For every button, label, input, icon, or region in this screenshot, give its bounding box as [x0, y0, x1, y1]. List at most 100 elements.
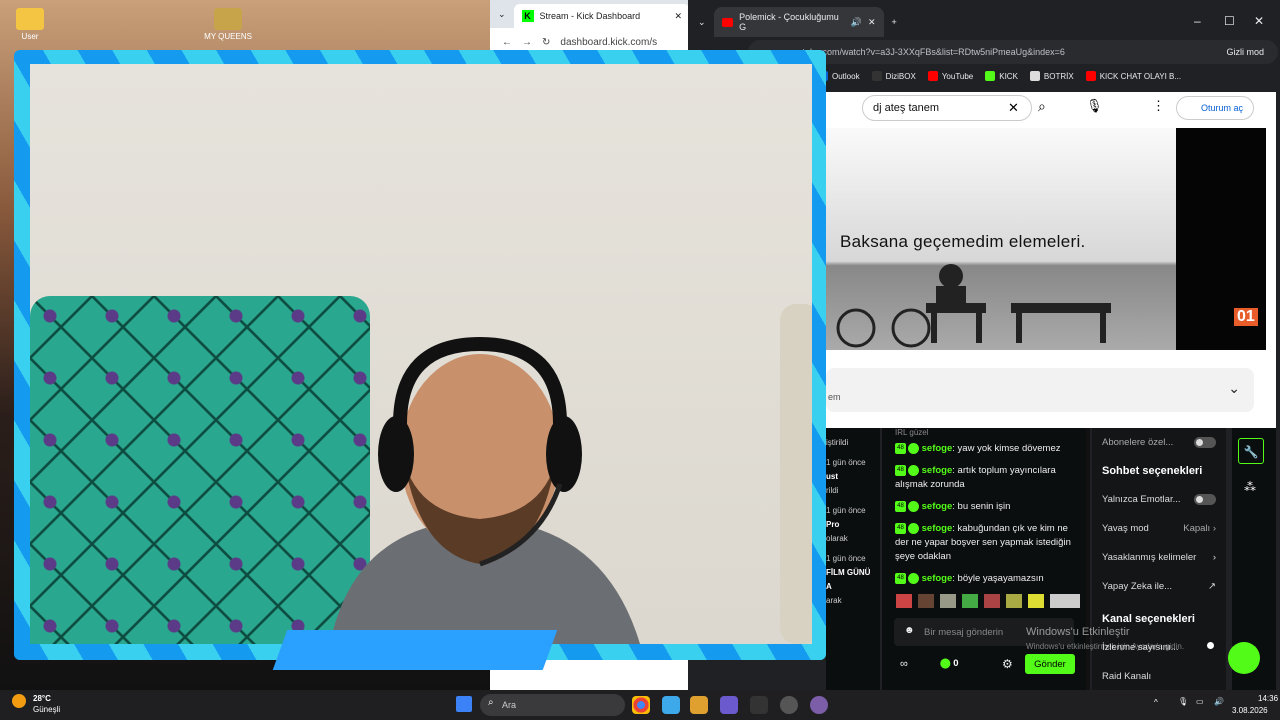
activation-watermark-title: Windows'u Etkinleştir — [1026, 626, 1130, 638]
close-tab-icon[interactable]: ✕ — [674, 11, 682, 22]
tab-youtube[interactable]: Polemick - Çocukluğumu G 🔊 ✕ — [713, 7, 884, 37]
emote-icon[interactable] — [984, 594, 1000, 608]
maximize-icon[interactable]: ☐ — [1224, 14, 1235, 28]
network-icon[interactable]: ▭ — [1196, 697, 1204, 706]
sub-badge-icon: 48 — [895, 500, 906, 512]
settings-row-banned-words[interactable]: Yasaklanmış kelimeler › — [1092, 543, 1226, 572]
tab-list-icon[interactable]: ⌄ — [698, 17, 706, 28]
tab-bar: ⌄ K Stream - Kick Dashboard ✕ — [490, 0, 690, 28]
microphone-icon[interactable]: 🎙 — [1086, 98, 1103, 114]
microphone-tray-icon[interactable]: 🎙 — [1178, 697, 1188, 706]
incognito-label[interactable]: Gizli mod — [1226, 47, 1264, 57]
youtube-search-input[interactable]: dj ateş tanem — [862, 95, 1032, 121]
settings-row-emote-only[interactable]: Yalnızca Emotlar... — [1092, 485, 1226, 514]
sub-badge-icon: 48 — [895, 464, 906, 476]
kick-activity-feed: iştirildi 1 gün önce ust rildi 1 gün önc… — [826, 428, 880, 690]
app-icon[interactable] — [810, 696, 828, 714]
chat-messages: 48 sefoge: yaw yok kimse dövemez 48 sefo… — [882, 442, 1086, 586]
infinity-icon[interactable]: ∞ — [900, 658, 908, 670]
settings-row-slow-mode[interactable]: Yavaş mod Kapalı › — [1092, 514, 1226, 543]
bookmark-kick-chat[interactable]: KICK CHAT OLAYI B... — [1085, 71, 1181, 81]
kick-icon — [985, 71, 996, 81]
clock-date[interactable]: 3.08.2026 — [1232, 706, 1268, 715]
emote-icon[interactable] — [940, 594, 956, 608]
chrome-icon[interactable] — [632, 696, 650, 714]
weather-condition[interactable]: Güneşli — [33, 705, 60, 714]
settings-row-raid[interactable]: Raid Kanalı — [1092, 662, 1226, 691]
folder-icon — [16, 8, 44, 30]
weather-sun-icon[interactable] — [12, 694, 26, 708]
tab-kick-dashboard[interactable]: K Stream - Kick Dashboard ✕ — [513, 4, 690, 28]
chevron-down-icon[interactable]: ⌄ — [1228, 380, 1240, 397]
emote-icon[interactable] — [918, 594, 934, 608]
windows-start-icon[interactable] — [456, 696, 472, 712]
close-window-icon[interactable]: ✕ — [1254, 14, 1264, 28]
back-icon[interactable]: ← — [502, 37, 512, 48]
chat-message: 48 sefoge: yaw yok kimse dövemez — [895, 442, 1075, 456]
weather-temp[interactable]: 28°C — [33, 694, 51, 703]
epic-games-icon[interactable] — [750, 696, 768, 714]
desktop-icon-user[interactable]: User — [0, 8, 60, 41]
streamer-person — [330, 336, 640, 644]
bookmark-youtube[interactable]: YouTube — [927, 71, 973, 81]
bookmark-dizibox[interactable]: DiziBOX — [871, 71, 916, 81]
minimize-icon[interactable]: – — [1194, 14, 1201, 28]
settings-row-subscribers[interactable]: Abonelere özel... — [1092, 428, 1226, 457]
sub-badge-icon: 48 — [895, 442, 906, 454]
sign-in-button[interactable]: Oturum aç — [1176, 96, 1254, 120]
more-menu-icon[interactable]: ⋮ — [1152, 98, 1165, 114]
clear-search-icon[interactable]: ✕ — [1008, 100, 1019, 116]
bookmarks-bar: Outlook DiziBOX YouTube KICK BOTRİX KICK… — [818, 66, 1181, 86]
youtube-icon — [927, 71, 938, 81]
new-tab-icon[interactable]: + — [892, 17, 897, 27]
channel-points[interactable]: ⬤ 0 — [940, 658, 959, 669]
emote-icon[interactable] — [1006, 594, 1022, 608]
chat-message: 48 sefoge: artık toplum yayıncılara alış… — [895, 464, 1056, 490]
search-icon[interactable]: ⌕ — [1038, 98, 1046, 115]
wrench-icon[interactable]: 🔧 — [1238, 438, 1264, 464]
tray-chevron-icon[interactable]: ^ — [1154, 698, 1158, 707]
verified-badge-icon — [908, 500, 919, 512]
webcam-feed — [30, 64, 812, 644]
tab-list-icon[interactable]: ⌄ — [498, 9, 506, 20]
emote-icon[interactable] — [1028, 594, 1044, 608]
chat-message: 48 sefoge: bu senin işin — [895, 500, 1075, 514]
subscribers-toggle[interactable] — [1194, 437, 1216, 448]
settings-row-ai[interactable]: Yapay Zeka ile... ↗ — [1092, 572, 1226, 601]
chevron-right-icon: › — [1212, 552, 1216, 563]
bookmark-kick[interactable]: KICK — [985, 71, 1018, 81]
youtube-icon — [1085, 71, 1096, 81]
desktop-icon-my-queens[interactable]: MY QUEENS — [198, 8, 258, 41]
obs-icon[interactable] — [780, 696, 798, 714]
photos-icon[interactable] — [662, 696, 680, 714]
dizibox-icon — [871, 71, 882, 81]
sub-badge-icon: 48 — [895, 522, 906, 534]
volume-icon[interactable]: 🔊 — [1214, 697, 1224, 706]
verified-badge-icon — [908, 572, 919, 584]
address-bar[interactable]: youtube.com/watch?v=a3J-3XXqFBs&list=RDt… — [748, 40, 1278, 64]
activation-watermark-sub: Windows'u etkinleştirmek için Ayarlar'a … — [1026, 642, 1185, 651]
bookmark-botrix[interactable]: BOTRİX — [1029, 71, 1074, 81]
forward-icon[interactable]: → — [522, 37, 532, 48]
search-icon: ⌕ — [488, 697, 494, 708]
reload-icon[interactable]: ↻ — [542, 37, 550, 48]
chat-message: 48 sefoge: böyle yaşayamazsın — [895, 572, 1075, 586]
send-button[interactable]: Gönder — [1025, 654, 1075, 674]
emote-icon[interactable] — [896, 594, 912, 608]
widgets-icon[interactable]: ⁂ — [1244, 480, 1256, 494]
support-button[interactable] — [1228, 642, 1260, 674]
emote-icon[interactable] — [1050, 594, 1080, 608]
external-link-icon: ↗ — [1208, 581, 1216, 592]
gear-icon[interactable]: ⚙ — [1002, 657, 1013, 671]
clock-time[interactable]: 14:36 — [1258, 694, 1278, 703]
emote-only-toggle[interactable] — [1194, 494, 1216, 505]
emote-icon[interactable] — [962, 594, 978, 608]
emoji-icon[interactable]: ☻ — [904, 625, 915, 636]
teams-icon[interactable] — [720, 696, 738, 714]
chevron-right-icon: › — [1212, 523, 1216, 534]
taskbar-search-input[interactable]: Ara — [480, 694, 625, 716]
chat-message: 48 sefoge: kabuğundan çık ve kim ne der … — [895, 522, 1071, 562]
close-tab-icon[interactable]: ✕ — [868, 17, 876, 28]
file-explorer-icon[interactable] — [690, 696, 708, 714]
playlist-dropdown[interactable]: em ⌄ — [826, 368, 1254, 412]
